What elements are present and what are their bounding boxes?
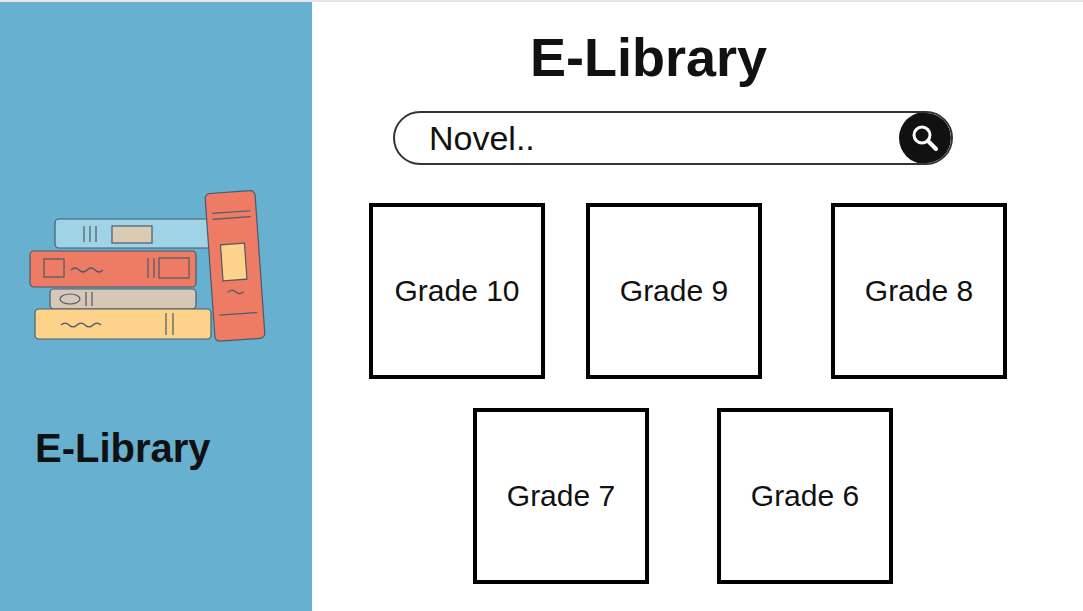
- grade-card[interactable]: Grade 7: [473, 408, 649, 584]
- search-bar: [393, 111, 953, 165]
- grade-card[interactable]: Grade 6: [717, 408, 893, 584]
- sidebar: E-Library: [0, 2, 312, 611]
- search-input[interactable]: [429, 119, 899, 158]
- grade-row: Grade 10Grade 9 Grade 8: [312, 203, 1083, 379]
- main-area: E-LibraryGrade 10Grade 9Grade 8Grade 7Gr…: [312, 2, 1083, 611]
- sidebar-title: E-Library: [35, 426, 312, 471]
- magnifier-icon: [909, 122, 941, 154]
- grade-card[interactable]: Grade 8: [831, 203, 1007, 379]
- search-button[interactable]: [899, 112, 951, 164]
- grade-card[interactable]: Grade 9: [586, 203, 762, 379]
- page-title: E-Library: [530, 28, 767, 87]
- books-icon: [26, 188, 271, 348]
- grade-row: Grade 7 Grade 6: [312, 408, 1083, 584]
- grade-card[interactable]: Grade 10: [369, 203, 545, 379]
